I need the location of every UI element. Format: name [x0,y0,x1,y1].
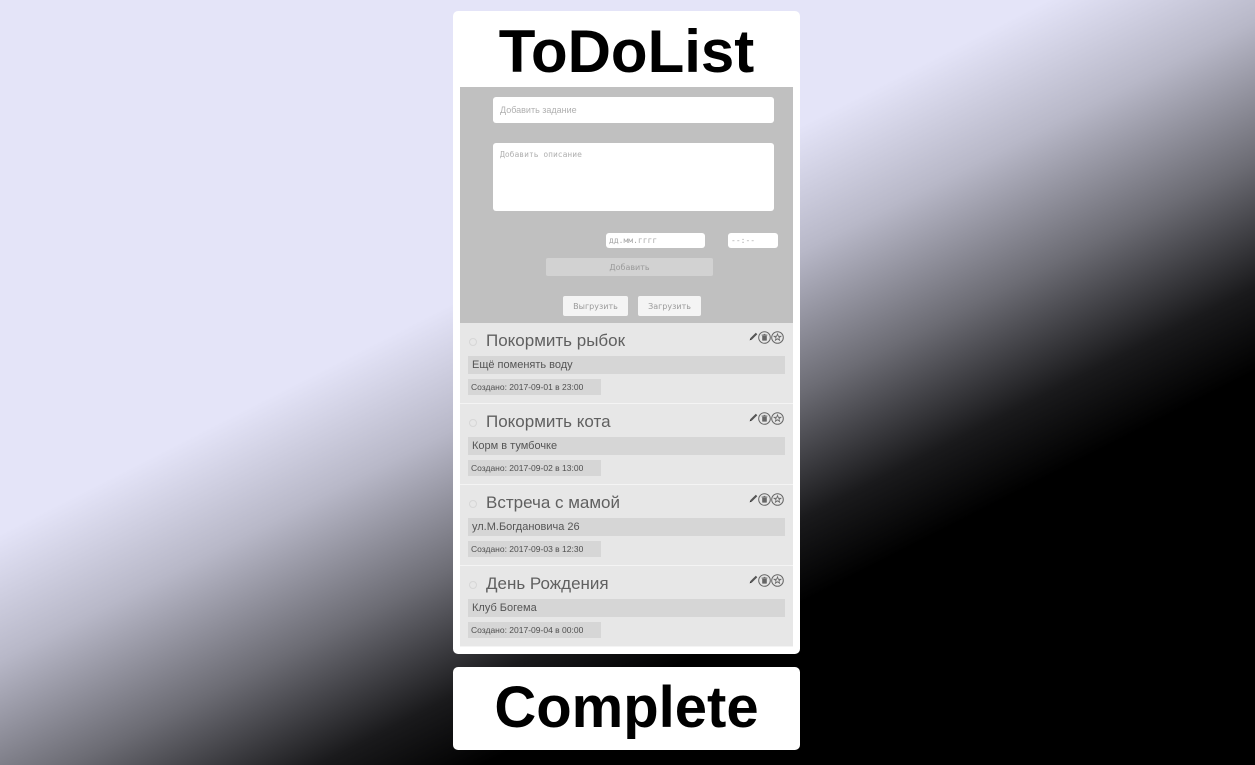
task-title: Покормить рыбок [486,331,626,350]
export-button[interactable]: Выгрузить [563,296,628,316]
star-icon[interactable] [771,574,784,592]
task-created-date: Создано: 2017-09-04 в 00:00 [468,622,601,638]
import-button[interactable]: Загрузить [638,296,701,316]
task-title: День Рождения [486,574,609,593]
task-checkbox[interactable] [469,338,477,346]
task-description: Корм в тумбочке [468,437,785,455]
task-created-date: Создано: 2017-09-02 в 13:00 [468,460,601,476]
task-actions [748,572,788,588]
task-title: Встреча с мамой [486,493,621,512]
task-actions [748,329,788,345]
app-title: ToDoList [498,18,755,85]
task-created-date: Создано: 2017-09-03 в 12:30 [468,541,601,557]
add-task-button[interactable]: Добавить [546,258,713,276]
complete-button[interactable]: Complete [453,667,800,750]
task-checkbox[interactable] [469,581,477,589]
trash-icon[interactable] [758,331,771,349]
task-list: Покормить рыбок Ещё поменять воду Создан… [460,323,793,647]
add-task-form: дд.мм.гггг --:-- Добавить Выгрузить Загр… [460,87,793,323]
task-description: Клуб Богема [468,599,785,617]
time-input[interactable]: --:-- [728,233,778,248]
task-description: ул.М.Богдановича 26 [468,518,785,536]
task-created-date: Создано: 2017-09-01 в 23:00 [468,379,601,395]
star-icon[interactable] [771,412,784,430]
task-item: Покормить кота Корм в тумбочке Создано: … [460,404,793,485]
task-item: Встреча с мамой ул.М.Богдановича 26 Созд… [460,485,793,566]
trash-icon[interactable] [758,412,771,430]
star-icon[interactable] [771,331,784,349]
task-title-input[interactable] [493,97,774,123]
task-actions [748,410,788,426]
todo-card: ToDoList дд.мм.гггг --:-- Добавить Выгру… [453,11,800,654]
task-checkbox[interactable] [469,500,477,508]
trash-icon[interactable] [758,574,771,592]
trash-icon[interactable] [758,493,771,511]
task-item: День Рождения Клуб Богема Создано: 2017-… [460,566,793,647]
star-icon[interactable] [771,493,784,511]
task-description: Ещё поменять воду [468,356,785,374]
task-checkbox[interactable] [469,419,477,427]
task-description-input[interactable] [493,143,774,211]
task-title: Покормить кота [486,412,611,431]
date-input[interactable]: дд.мм.гггг [606,233,705,248]
task-actions [748,491,788,507]
task-item: Покормить рыбок Ещё поменять воду Создан… [460,323,793,404]
